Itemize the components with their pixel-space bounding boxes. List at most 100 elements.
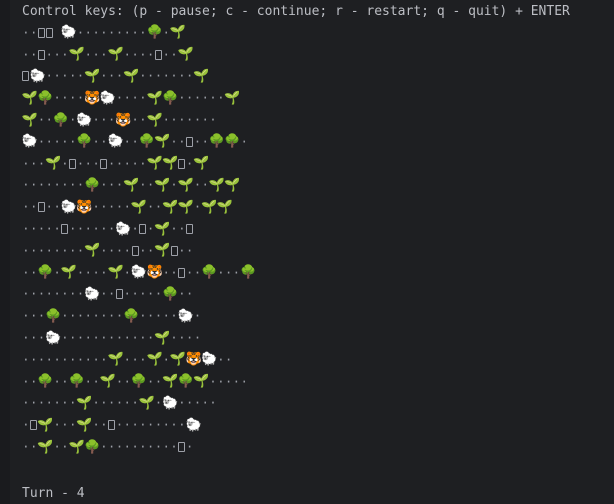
sprout-icon: 🌱	[193, 374, 210, 390]
tree-icon: 🌳	[162, 90, 179, 106]
empty-cell	[170, 110, 178, 130]
empty-cell	[100, 241, 108, 261]
sprout-icon: 🌱	[107, 352, 124, 368]
empty-cell	[92, 328, 100, 348]
empty-cell	[38, 350, 46, 370]
tree-icon: 🌳	[138, 134, 155, 150]
sprout-icon: 🌱	[162, 156, 179, 172]
sheep-icon: 🐑	[21, 134, 38, 150]
empty-cell	[61, 306, 69, 326]
empty-cell	[69, 306, 77, 326]
empty-cell	[131, 110, 139, 130]
sprout-icon: 🌱	[37, 439, 54, 455]
sprout-icon: 🌱	[45, 156, 62, 172]
grid-row: 🌱🌱🌱🐯🐑	[22, 349, 256, 371]
empty-cell	[178, 241, 186, 261]
console-output: Control keys: (p - pause; c - continue; …	[22, 0, 614, 504]
empty-cell	[45, 132, 53, 152]
sprout-icon: 🌱	[76, 417, 93, 433]
sprout-icon: 🌱	[123, 68, 140, 84]
empty-cell	[116, 88, 124, 108]
sprout-icon: 🌱	[162, 374, 179, 390]
sprout-icon: 🌱	[37, 417, 54, 433]
empty-cell	[170, 132, 178, 152]
empty-cell	[84, 306, 92, 326]
empty-cell	[69, 219, 77, 239]
empty-cell	[123, 437, 131, 457]
empty-cell	[123, 415, 131, 435]
empty-cell	[45, 175, 53, 195]
empty-cell	[139, 437, 147, 457]
tree-icon: 🌳	[68, 374, 85, 390]
empty-cell	[69, 88, 77, 108]
tree-icon: 🌳	[52, 112, 70, 128]
sprout-icon: 🌱	[193, 68, 210, 84]
tiger-icon: 🐯	[84, 90, 101, 106]
empty-cell	[69, 284, 77, 304]
grid-row: 🌱 🌳 🐑 🐯 🌱	[22, 109, 256, 131]
empty-cell	[53, 219, 61, 239]
unknown-glyph-icon	[170, 241, 178, 261]
empty-cell	[61, 284, 69, 304]
empty-cell	[53, 393, 61, 413]
empty-cell	[30, 45, 38, 65]
unknown-glyph-icon	[178, 437, 186, 457]
empty-cell	[178, 393, 186, 413]
tree-icon: 🌳	[177, 374, 194, 390]
empty-cell	[22, 23, 30, 43]
empty-cell	[84, 23, 92, 43]
unknown-glyph-icon	[69, 154, 77, 174]
empty-cell	[100, 66, 108, 86]
empty-cell	[45, 241, 53, 261]
empty-cell	[77, 306, 85, 326]
tree-icon: 🌳	[37, 90, 54, 106]
empty-cell	[178, 219, 186, 239]
sprout-icon: 🌱	[76, 395, 93, 411]
empty-cell	[108, 197, 116, 217]
empty-cell	[186, 437, 194, 457]
empty-cell	[116, 23, 124, 43]
sprout-icon: 🌱	[68, 47, 85, 63]
empty-cell	[22, 437, 30, 457]
sheep-icon: 🐑	[60, 199, 77, 215]
empty-cell	[69, 328, 77, 348]
sprout-icon: 🌱	[138, 395, 155, 411]
empty-cell	[61, 175, 69, 195]
empty-cell	[100, 306, 108, 326]
empty-cell	[131, 219, 139, 239]
empty-cell	[61, 66, 69, 86]
empty-cell	[61, 415, 69, 435]
empty-cell	[45, 66, 53, 86]
empty-cell	[123, 88, 131, 108]
empty-cell	[170, 66, 178, 86]
sprout-icon: 🌱	[146, 90, 163, 106]
empty-cell	[170, 437, 178, 457]
grid-row: 🌱🌳🐯🐑🌱🌳🌱	[22, 87, 256, 109]
empty-cell	[139, 241, 147, 261]
empty-cell	[22, 175, 30, 195]
empty-cell	[131, 284, 139, 304]
empty-cell	[22, 284, 30, 304]
sprout-icon: 🌱	[99, 374, 116, 390]
sprout-icon: 🌱	[146, 156, 163, 172]
empty-cell	[123, 45, 131, 65]
empty-cell	[100, 393, 108, 413]
empty-cell	[84, 350, 92, 370]
empty-cell	[22, 219, 30, 239]
empty-cell	[116, 154, 124, 174]
sprout-icon: 🌱	[123, 177, 140, 193]
grid-row: 🐑🌳🐑🌳🌱🌳🌳	[22, 131, 256, 153]
empty-cell	[22, 328, 30, 348]
empty-cell	[69, 66, 77, 86]
sprout-icon: 🌱	[130, 199, 148, 215]
sprout-icon: 🌱	[107, 265, 124, 281]
unknown-glyph-icon	[38, 45, 46, 65]
empty-cell	[170, 415, 178, 435]
empty-cell	[116, 372, 124, 392]
tiger-icon: 🐯	[185, 352, 202, 368]
empty-cell	[131, 328, 139, 348]
sprout-icon: 🌱	[154, 221, 171, 237]
empty-cell	[77, 23, 85, 43]
empty-cell	[92, 415, 100, 435]
empty-cell	[22, 241, 30, 261]
